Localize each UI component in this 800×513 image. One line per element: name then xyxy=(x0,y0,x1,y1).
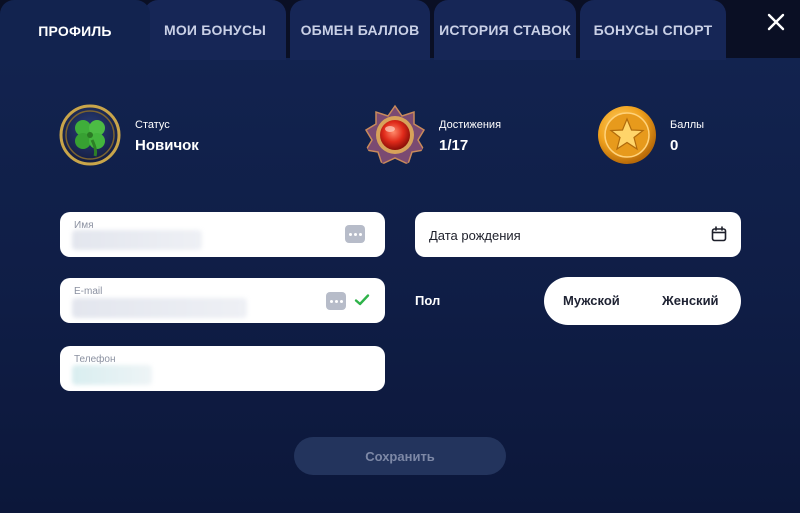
verified-check-icon xyxy=(354,294,370,306)
points-value: 0 xyxy=(670,137,679,154)
more-dots-icon[interactable] xyxy=(326,292,346,310)
phone-value-blurred xyxy=(72,365,152,385)
tab-profile[interactable]: ПРОФИЛЬ xyxy=(0,0,150,62)
gender-male-option[interactable]: Мужской xyxy=(563,293,620,308)
name-value-blurred xyxy=(72,230,202,250)
save-button[interactable]: Сохранить xyxy=(294,437,506,475)
birthdate-placeholder: Дата рождения xyxy=(429,228,521,243)
phone-field[interactable]: Телефон xyxy=(60,346,385,391)
phone-label: Телефон xyxy=(74,354,116,365)
medal-icon xyxy=(364,104,426,166)
email-field[interactable]: E-mail xyxy=(60,278,385,323)
gender-toggle: Мужской Женский xyxy=(544,277,741,325)
name-field[interactable]: Имя xyxy=(60,212,385,257)
close-icon xyxy=(767,13,785,31)
status-label: Статус xyxy=(135,119,170,131)
more-dots-icon[interactable] xyxy=(345,225,365,243)
tab-sport-bonuses[interactable]: БОНУСЫ СПОРТ xyxy=(580,0,726,60)
status-value: Новичок xyxy=(135,137,199,154)
close-button[interactable] xyxy=(760,6,792,38)
clover-badge-icon xyxy=(59,104,121,166)
email-value-blurred xyxy=(72,298,247,318)
calendar-icon[interactable] xyxy=(711,226,727,242)
star-coin-icon xyxy=(598,106,656,164)
points-label: Баллы xyxy=(670,119,705,131)
gender-female-option[interactable]: Женский xyxy=(662,293,719,308)
achievements-value: 1/17 xyxy=(439,137,469,154)
achievements-label: Достижения xyxy=(439,119,502,131)
gender-label: Пол xyxy=(415,293,441,308)
email-label: E-mail xyxy=(74,286,103,297)
tab-points-exchange[interactable]: ОБМЕН БАЛЛОВ xyxy=(290,0,430,60)
tab-my-bonuses[interactable]: МОИ БОНУСЫ xyxy=(144,0,286,60)
birthdate-field[interactable]: Дата рождения xyxy=(415,212,741,257)
tab-bet-history[interactable]: ИСТОРИЯ СТАВОК xyxy=(434,0,576,60)
